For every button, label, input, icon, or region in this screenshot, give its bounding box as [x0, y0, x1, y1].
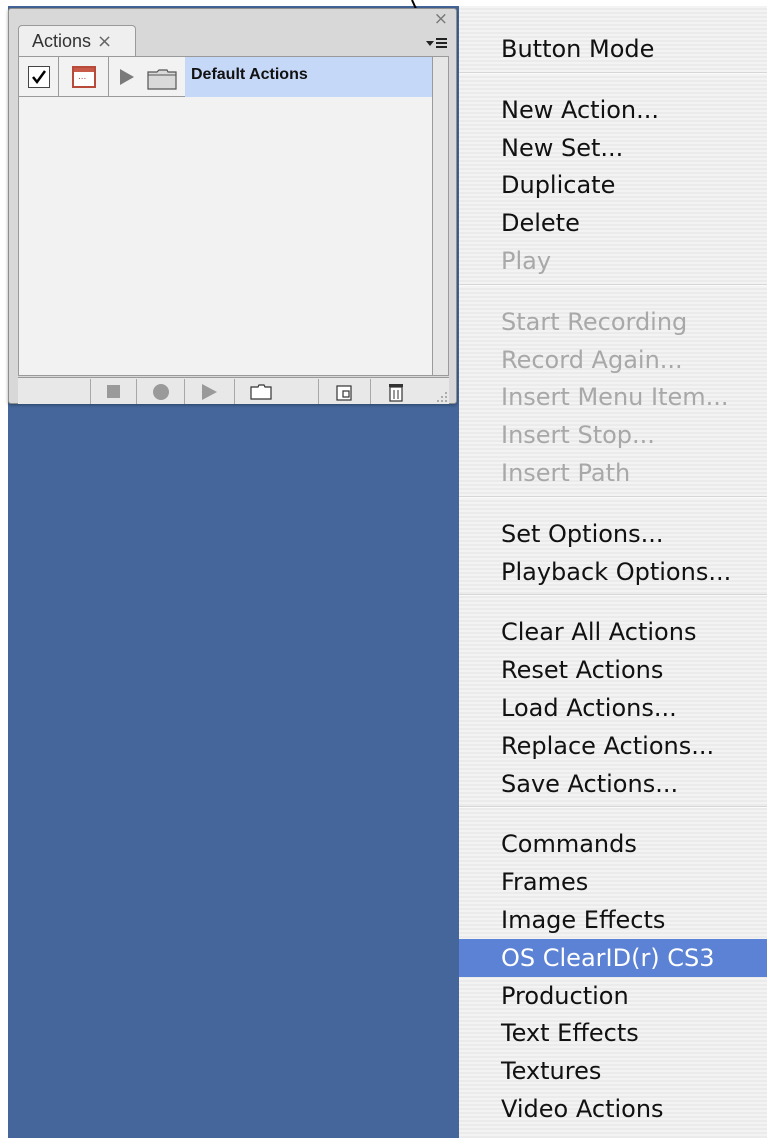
checkmark-icon — [31, 70, 46, 85]
folder-icon — [147, 69, 177, 90]
panel-flyout-menu: Button Mode New Action... New Set... Duplic… — [459, 6, 767, 1138]
new-set-icon — [249, 383, 272, 400]
menu-separator — [459, 283, 767, 286]
menu-item-text-effects[interactable]: Text Effects — [459, 1014, 767, 1052]
action-set-row[interactable]: Default Actions — [19, 57, 432, 97]
delete-button[interactable] — [370, 379, 420, 404]
menu-item-commands[interactable]: Commands — [459, 825, 767, 863]
tab-actions[interactable]: Actions × — [18, 25, 136, 57]
stop-button[interactable] — [90, 379, 136, 404]
record-icon — [152, 383, 169, 400]
actions-panel: × Actions × De — [8, 8, 457, 404]
menu-item-playback-options[interactable]: Playback Options... — [459, 553, 767, 591]
panel-close-button[interactable]: × — [434, 10, 448, 28]
menu-item-reset-actions[interactable]: Reset Actions — [459, 651, 767, 689]
play-icon — [202, 383, 217, 400]
menu-separator — [459, 495, 767, 498]
tab-actions-label: Actions — [32, 31, 92, 51]
menu-item-replace-actions[interactable]: Replace Actions... — [459, 727, 767, 765]
menu-item-insert-menu-item: Insert Menu Item... — [501, 383, 729, 412]
tab-close-icon[interactable]: × — [97, 31, 112, 52]
menu-item-record-again: Record Again... — [501, 345, 683, 374]
menu-item-textures[interactable]: Textures — [459, 1052, 767, 1090]
menu-item-frames[interactable]: Frames — [459, 863, 767, 901]
menu-item-start-recording: Start Recording — [501, 307, 688, 336]
new-action-button[interactable] — [318, 379, 370, 404]
menu-separator — [459, 806, 767, 809]
menu-item-duplicate[interactable]: Duplicate — [459, 166, 767, 204]
actions-list: Default Actions — [18, 56, 433, 376]
menu-separator — [459, 71, 767, 74]
menu-item-load-actions[interactable]: Load Actions... — [459, 689, 767, 727]
menu-item-play: Play — [501, 247, 552, 275]
dialog-toggle-icon[interactable] — [72, 66, 96, 88]
menu-separator — [459, 594, 767, 597]
menu-item-insert-path: Insert Path — [501, 459, 631, 487]
toggle-dialog-cell[interactable] — [60, 57, 109, 97]
menu-item-production[interactable]: Production — [459, 977, 767, 1015]
trash-icon — [388, 383, 403, 402]
menu-item-clear-all-actions[interactable]: Clear All Actions — [459, 613, 767, 651]
panel-toolbar — [18, 377, 449, 404]
panel-menu-button[interactable] — [420, 33, 450, 53]
new-action-icon — [335, 384, 352, 401]
menu-item-video-actions[interactable]: Video Actions — [459, 1090, 767, 1128]
record-button[interactable] — [136, 379, 184, 404]
resize-grip-icon[interactable] — [434, 389, 448, 403]
action-set-label: Default Actions — [185, 57, 432, 97]
menu-item-image-effects[interactable]: Image Effects — [459, 901, 767, 939]
expand-triangle-icon[interactable] — [120, 69, 134, 85]
menu-item-save-actions[interactable]: Save Actions... — [459, 765, 767, 803]
new-set-button[interactable] — [234, 379, 286, 404]
menu-item-delete[interactable]: Delete — [459, 204, 767, 242]
menu-item-button-mode[interactable]: Button Mode — [459, 30, 767, 68]
menu-item-os-clearid-r-cs3[interactable]: OS ClearID(r) CS3 — [459, 938, 767, 977]
menu-item-new-set[interactable]: New Set... — [459, 129, 767, 167]
stop-icon — [107, 385, 120, 398]
toggle-item-checkbox[interactable] — [27, 66, 50, 88]
menu-item-insert-stop: Insert Stop... — [501, 421, 655, 450]
play-button[interactable] — [184, 379, 234, 404]
menu-item-new-action[interactable]: New Action... — [459, 91, 767, 129]
toggle-item-cell[interactable] — [19, 57, 59, 97]
scrollbar[interactable] — [433, 56, 449, 376]
menu-item-set-options[interactable]: Set Options... — [459, 515, 767, 553]
